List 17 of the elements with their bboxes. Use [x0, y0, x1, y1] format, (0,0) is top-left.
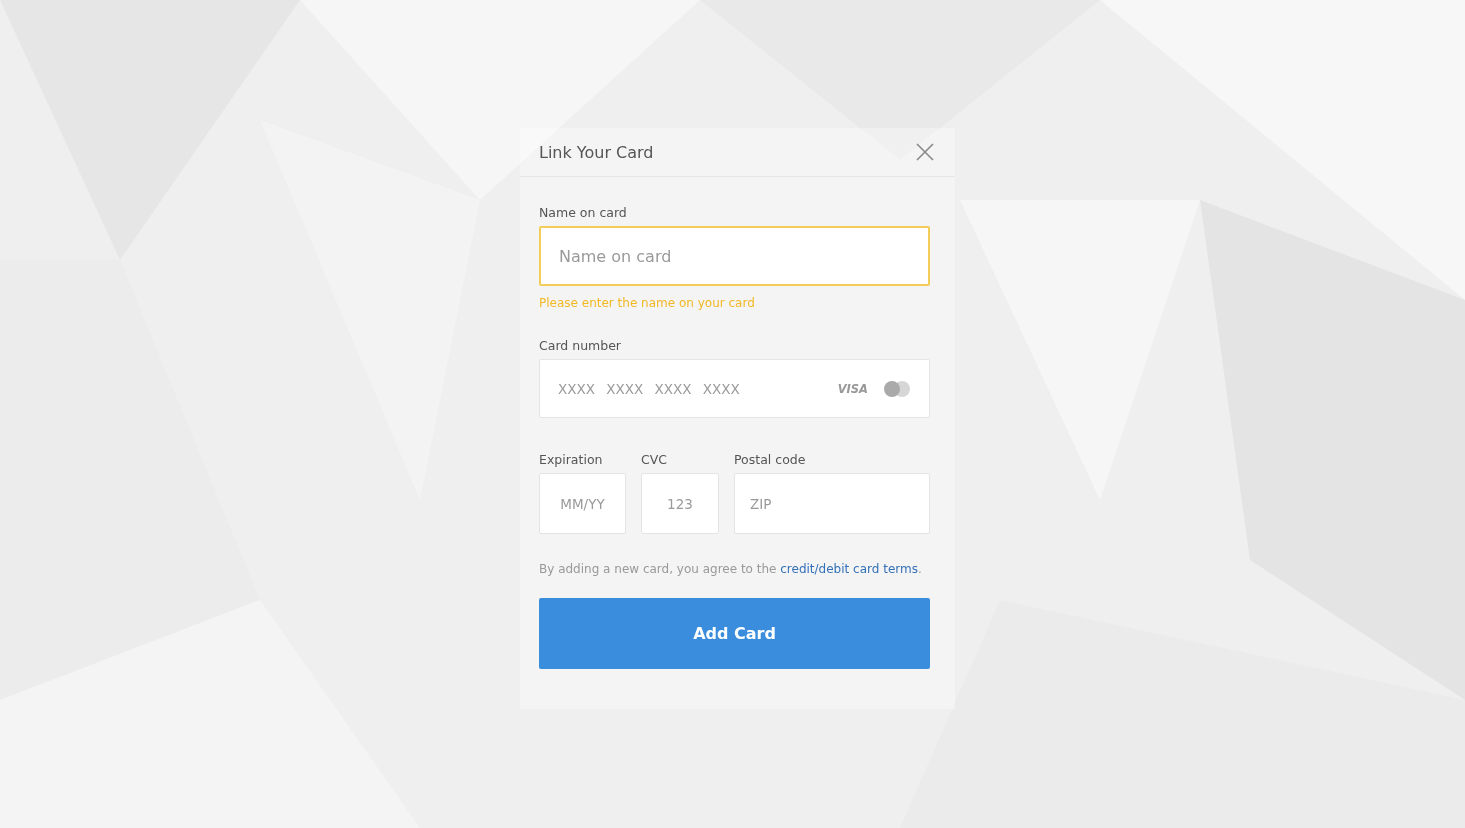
- terms-link[interactable]: credit/debit card terms: [780, 562, 918, 576]
- card-type-icon: [882, 379, 912, 398]
- card-brand: VISA: [837, 381, 868, 396]
- field-label: Expiration: [539, 452, 604, 467]
- input-field[interactable]: 123: [641, 473, 719, 534]
- field-label: CVC: [641, 452, 668, 467]
- terms-text: By adding a new card, you agree to the credit/debit card terms.: [539, 562, 922, 576]
- input-field[interactable]: ZIP: [734, 473, 930, 534]
- add-card-button[interactable]: Add Card: [539, 598, 930, 669]
- field-label: Name on card: [539, 205, 628, 220]
- error-message: Please enter the name on your card: [539, 296, 756, 310]
- input-field[interactable]: MM/YY: [539, 473, 626, 534]
- dialog-title: Link Your Card: [539, 142, 654, 162]
- name-field[interactable]: Name on card: [539, 226, 930, 286]
- close-icon[interactable]: [915, 142, 935, 162]
- field-label: Postal code: [734, 452, 807, 467]
- field-label: Card number: [539, 338, 622, 353]
